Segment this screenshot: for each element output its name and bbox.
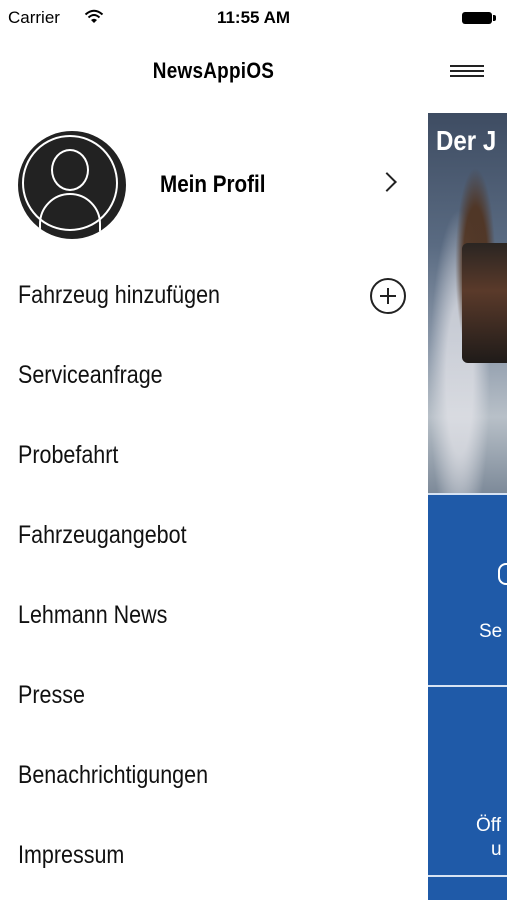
- hero-title: Der J: [436, 125, 497, 156]
- hours-tile-label-line2: u: [491, 839, 502, 860]
- menu-item-label: Probefahrt: [18, 441, 119, 469]
- hamburger-menu-icon[interactable]: [450, 65, 484, 79]
- status-bar: Carrier 11:55 AM: [0, 0, 507, 36]
- menu-item-probefahrt[interactable]: Probefahrt: [0, 419, 428, 499]
- menu-item-label: Impressum: [18, 841, 125, 869]
- menu-item-label: Presse: [18, 681, 85, 709]
- chevron-right-icon: [377, 172, 397, 192]
- menu-item-label: Benachrichtigungen: [18, 761, 209, 789]
- menu-item-fahrzeug-hinzufuegen[interactable]: Fahrzeug hinzufügen: [0, 259, 428, 339]
- menu-item-label: Fahrzeugangebot: [18, 521, 187, 549]
- service-tile[interactable]: Se: [428, 493, 507, 685]
- profile-label: Mein Profil: [160, 171, 266, 198]
- menu-item-impressum[interactable]: Impressum: [0, 819, 428, 899]
- avatar-head: [51, 149, 89, 191]
- avatar: [18, 131, 126, 239]
- clock: 11:55 AM: [216, 8, 291, 27]
- menu-item-label: Lehmann News: [18, 601, 168, 629]
- menu-item-benachrichtigungen[interactable]: Benachrichtigungen: [0, 739, 428, 819]
- side-menu: Mein Profil Fahrzeug hinzufügen Servicea…: [0, 113, 428, 900]
- menu-item-label: Serviceanfrage: [18, 361, 163, 389]
- hero-image[interactable]: Der J: [428, 113, 507, 493]
- hero-image-subject: [462, 243, 507, 363]
- menu-item-fahrzeugangebot[interactable]: Fahrzeugangebot: [0, 499, 428, 579]
- service-tile-label: Se: [479, 621, 503, 642]
- menu-item-lehmann-news[interactable]: Lehmann News: [0, 579, 428, 659]
- menu-item-serviceanfrage[interactable]: Serviceanfrage: [0, 339, 428, 419]
- hours-tile[interactable]: Öff u: [428, 685, 507, 875]
- wrench-icon: [498, 563, 507, 585]
- tile-3[interactable]: [428, 875, 507, 900]
- menu-item-presse[interactable]: Presse: [0, 659, 428, 739]
- content-panel[interactable]: Der J Se Öff u: [428, 113, 507, 900]
- hours-tile-label-line1: Öff: [476, 815, 501, 836]
- menu-item-label: Fahrzeug hinzufügen: [18, 281, 221, 309]
- profile-row[interactable]: Mein Profil: [0, 131, 428, 239]
- plus-circle-icon[interactable]: [370, 278, 406, 314]
- battery-icon: [462, 12, 496, 24]
- nav-title: NewsAppiOS: [152, 58, 275, 83]
